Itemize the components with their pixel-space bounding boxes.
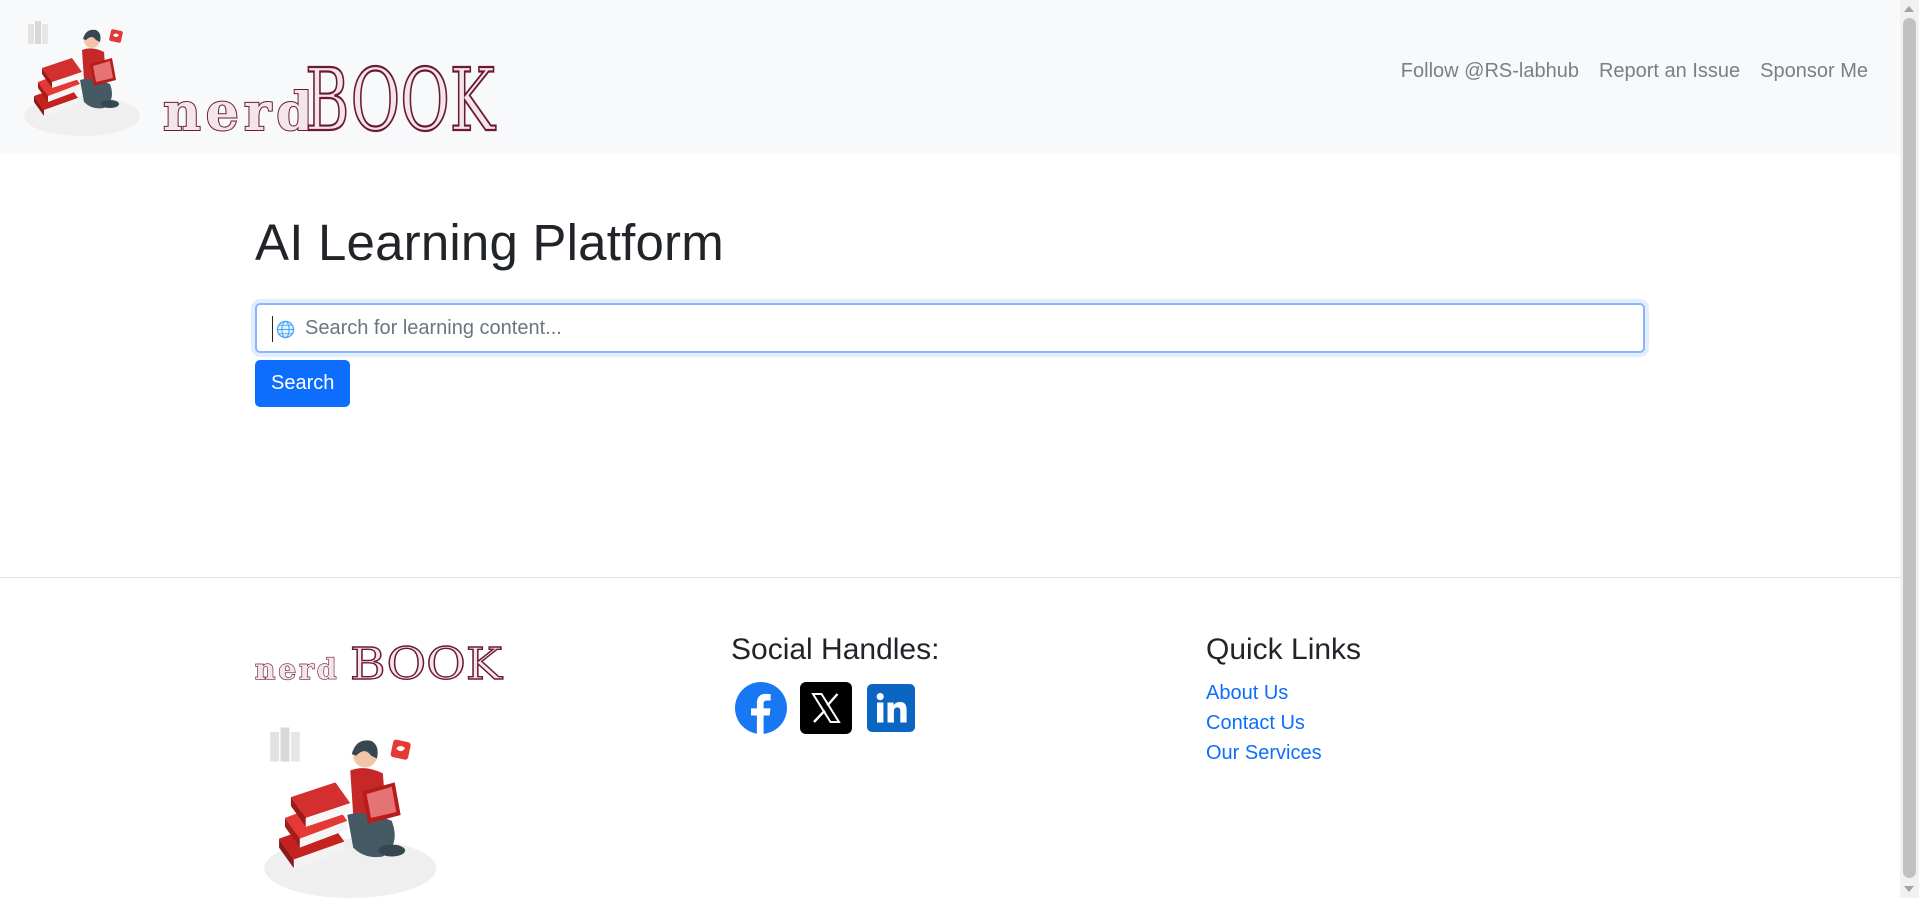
reader-illustration-logo: [24, 21, 140, 136]
main-content: AI Learning Platform Search: [255, 212, 1645, 407]
search-field[interactable]: [255, 303, 1645, 353]
list-item: About Us: [1206, 678, 1361, 708]
nav-link-sponsor[interactable]: Sponsor Me: [1760, 60, 1868, 83]
text-cursor: [272, 316, 273, 342]
facebook-icon[interactable]: [735, 682, 787, 734]
scroll-up-arrow-icon[interactable]: [1904, 6, 1914, 12]
vertical-scrollbar[interactable]: [1900, 0, 1919, 898]
footer-brand-wordmark: nerd BOOK: [255, 639, 504, 685]
navbar: nerd BOOK Follow @RS-labhub Report an Is…: [0, 0, 1900, 154]
list-item: Our Services: [1206, 738, 1361, 768]
quick-link-our-services[interactable]: Our Services: [1206, 738, 1361, 768]
scroll-down-arrow-icon[interactable]: [1904, 886, 1914, 892]
svg-text:nerd: nerd: [255, 653, 340, 685]
search-button[interactable]: Search: [255, 360, 351, 407]
x-twitter-icon[interactable]: [800, 682, 852, 734]
brand-logo-link[interactable]: nerd BOOK: [20, 18, 497, 142]
nav-link-report-issue[interactable]: Report an Issue: [1599, 60, 1740, 83]
social-handles-heading: Social Handles:: [731, 633, 940, 666]
svg-text:BOOK: BOOK: [350, 639, 503, 685]
quick-links-heading: Quick Links: [1206, 633, 1362, 666]
nav-links: Follow @RS-labhub Report an Issue Sponso…: [1401, 60, 1868, 83]
globe-icon: [276, 320, 295, 339]
brand-wordmark: nerd BOOK: [163, 50, 497, 142]
reader-illustration-footer: [264, 727, 437, 898]
social-icons: [735, 682, 939, 734]
svg-text:BOOK: BOOK: [305, 51, 496, 142]
footer: nerd BOOK Social Handles: Quick Links Ab…: [0, 577, 1900, 898]
search-input[interactable]: [305, 305, 1625, 351]
page: nerd BOOK Follow @RS-labhub Report an Is…: [0, 0, 1900, 898]
linkedin-icon[interactable]: [865, 682, 917, 734]
list-item: Contact Us: [1206, 708, 1361, 738]
quick-link-contact-us[interactable]: Contact Us: [1206, 708, 1361, 738]
page-title: AI Learning Platform: [255, 214, 724, 271]
quick-link-about-us[interactable]: About Us: [1206, 678, 1361, 708]
quick-links-list: About Us Contact Us Our Services: [1206, 678, 1361, 768]
nav-link-follow[interactable]: Follow @RS-labhub: [1401, 60, 1579, 83]
quick-links-column: Quick Links About Us Contact Us Our Serv…: [1206, 632, 1361, 768]
scrollbar-thumb[interactable]: [1903, 18, 1916, 878]
svg-text:nerd: nerd: [163, 82, 318, 142]
social-handles-column: Social Handles:: [731, 632, 939, 734]
